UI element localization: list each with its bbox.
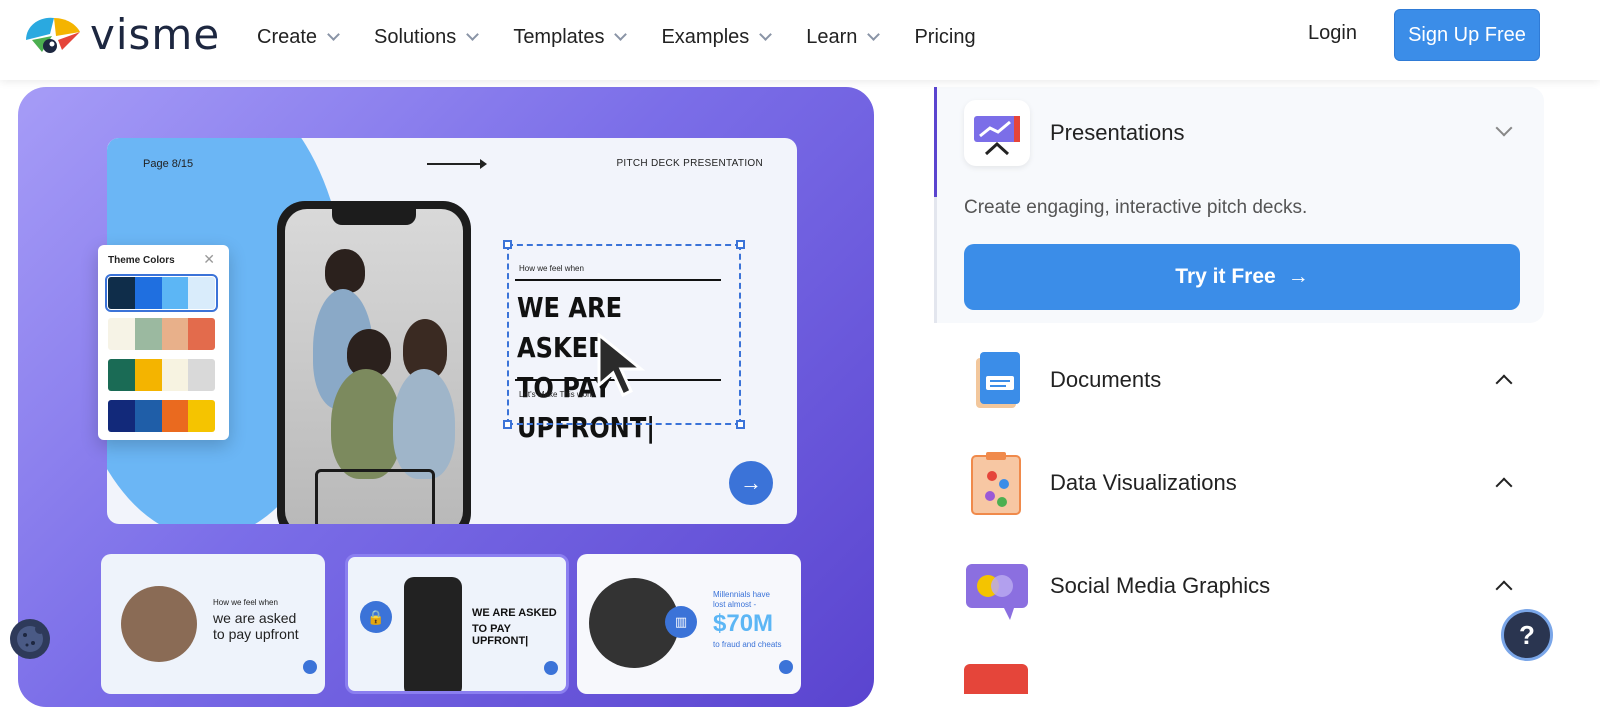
chevron-down-icon xyxy=(867,28,881,41)
arrow-right-icon xyxy=(427,159,487,169)
cookie-settings-button[interactable] xyxy=(10,619,50,659)
thumbnail-3[interactable]: ▥ Millennials have lost almost - $70M to… xyxy=(577,554,801,694)
social-media-icon xyxy=(964,558,1030,624)
thumb2-line2: TO PAY UPFRONT| xyxy=(472,623,529,647)
menu-examples[interactable]: Examples xyxy=(661,22,773,52)
slide-thumbnails: How we feel when we are asked to pay upf… xyxy=(101,554,821,704)
accordion-title-data-visualizations[interactable]: Data Visualizations xyxy=(1050,470,1237,496)
chevron-down-icon xyxy=(759,28,773,41)
palette-3[interactable] xyxy=(108,359,215,391)
try-it-free-label: Try it Free xyxy=(1175,265,1276,288)
next-dot-icon xyxy=(779,660,793,674)
menu-examples-label: Examples xyxy=(661,25,750,48)
visme-logo[interactable]: visme xyxy=(22,10,232,59)
next-item-icon xyxy=(964,664,1028,694)
menu-solutions[interactable]: Solutions xyxy=(374,22,480,52)
accordion-title-presentations[interactable]: Presentations xyxy=(1050,120,1185,146)
active-indicator xyxy=(934,87,937,197)
accordion-title-documents[interactable]: Documents xyxy=(1050,367,1161,393)
chart-icon: ▥ xyxy=(665,606,697,638)
menu-create-label: Create xyxy=(257,25,318,48)
resize-handle[interactable] xyxy=(736,240,745,249)
try-it-free-button[interactable]: Try it Free → xyxy=(964,244,1520,310)
main-menu: Create Solutions Templates Examples Lear… xyxy=(257,22,1012,52)
palette-1[interactable] xyxy=(105,274,218,312)
chevron-up-icon[interactable] xyxy=(1495,580,1513,598)
person-body xyxy=(331,369,401,479)
chevron-up-icon[interactable] xyxy=(1495,477,1513,495)
top-navbar: visme Create Solutions Templates Example… xyxy=(0,0,1600,80)
thumb1-line2: we are asked xyxy=(213,610,297,626)
mouse-cursor-icon xyxy=(597,333,646,397)
resize-handle[interactable] xyxy=(503,240,512,249)
menu-templates[interactable]: Templates xyxy=(513,22,628,52)
phone-mockup-small xyxy=(404,577,462,691)
signup-button[interactable]: Sign Up Free xyxy=(1394,9,1540,61)
logo-wordmark: visme xyxy=(90,10,221,59)
thumb2-line1: WE ARE ASKED xyxy=(472,607,557,619)
resize-handle[interactable] xyxy=(503,420,512,429)
thumb3-value: $70M xyxy=(713,610,774,637)
thumb3-line1: Millennials have xyxy=(713,590,770,599)
cookie-icon xyxy=(17,624,45,652)
menu-learn[interactable]: Learn xyxy=(806,22,881,52)
resize-handle[interactable] xyxy=(736,420,745,429)
pitch-deck-label: PITCH DECK PRESENTATION xyxy=(616,158,763,169)
accordion-title-social-media[interactable]: Social Media Graphics xyxy=(1050,573,1270,599)
question-icon: ? xyxy=(1519,619,1535,650)
hero-showcase: Page 8/15 PITCH DECK PRESENTATION How we… xyxy=(18,87,874,707)
lock-icon: 🔒 xyxy=(360,601,392,633)
menu-learn-label: Learn xyxy=(806,25,858,48)
arrow-right-icon: → xyxy=(1287,265,1309,288)
portrait-photo xyxy=(121,586,197,662)
chevron-down-icon xyxy=(614,28,628,41)
thumb1-line1: How we feel when xyxy=(213,598,278,607)
menu-pricing[interactable]: Pricing xyxy=(914,22,975,52)
chair xyxy=(315,469,435,524)
menu-templates-label: Templates xyxy=(513,25,605,48)
presentation-icon xyxy=(964,100,1030,166)
chevron-up-icon[interactable] xyxy=(1495,374,1513,392)
person-head xyxy=(325,249,365,293)
palette-4[interactable] xyxy=(108,400,215,432)
thumbnail-2[interactable]: 🔒 WE ARE ASKED TO PAY UPFRONT| xyxy=(345,554,569,694)
help-button[interactable]: ? xyxy=(1501,609,1553,661)
thumb3-line2: lost almost - xyxy=(713,600,757,609)
close-icon[interactable]: ✕ xyxy=(203,251,215,268)
document-icon xyxy=(964,348,1030,414)
next-slide-button[interactable]: → xyxy=(729,461,773,505)
data-visualization-icon xyxy=(964,450,1030,516)
visme-logo-icon xyxy=(26,17,80,53)
theme-colors-panel: Theme Colors ✕ xyxy=(98,245,229,440)
menu-solutions-label: Solutions xyxy=(374,25,457,48)
presentations-description: Create engaging, interactive pitch decks… xyxy=(964,197,1308,218)
next-dot-icon xyxy=(303,660,317,674)
thumb3-line3: to fraud and cheats xyxy=(713,640,782,649)
thumbnail-1[interactable]: How we feel when we are asked to pay upf… xyxy=(101,554,325,694)
phone-notch xyxy=(332,209,416,225)
phone-mockup xyxy=(277,201,471,524)
page-label: Page 8/15 xyxy=(143,158,194,170)
theme-colors-title: Theme Colors xyxy=(108,255,175,266)
palette-2[interactable] xyxy=(108,318,215,350)
phone-photo xyxy=(285,209,463,524)
menu-pricing-label: Pricing xyxy=(914,25,976,48)
chevron-down-icon xyxy=(327,28,340,41)
login-link[interactable]: Login xyxy=(1308,22,1357,45)
arrow-right-icon: → xyxy=(740,470,762,495)
panel-border xyxy=(934,197,937,323)
next-dot-icon xyxy=(544,661,558,675)
chevron-down-icon xyxy=(466,28,480,41)
thumb1-line3: to pay upfront xyxy=(213,626,299,642)
person-body xyxy=(393,369,455,479)
menu-create[interactable]: Create xyxy=(257,22,340,52)
